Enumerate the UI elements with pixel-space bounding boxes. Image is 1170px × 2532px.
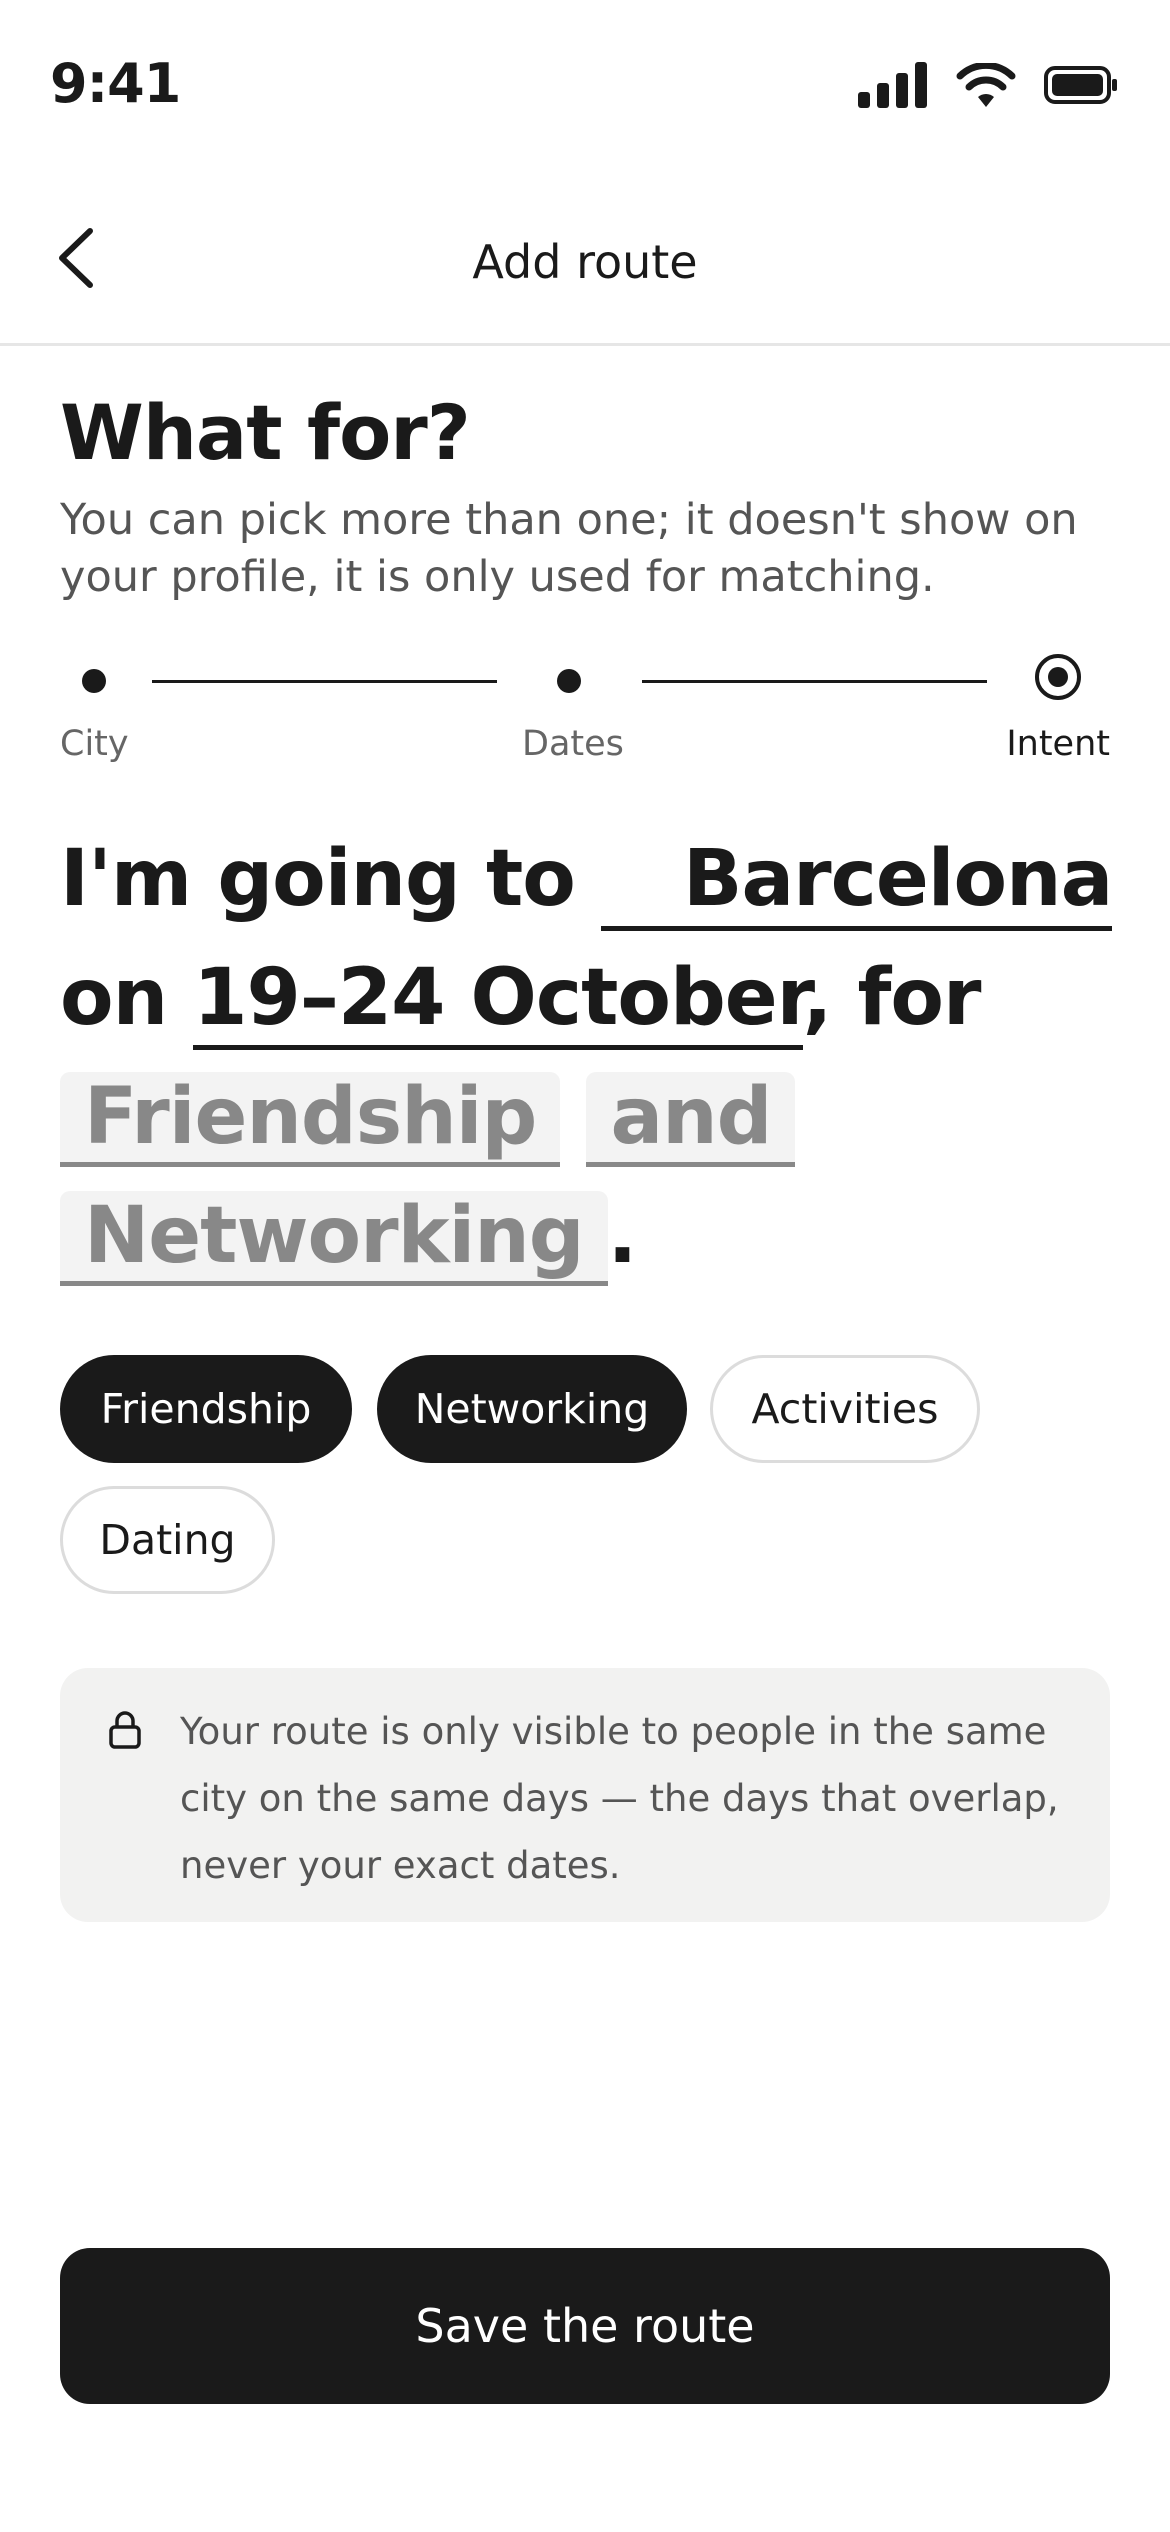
route-summary-sentence: I'm going to Barcelona on 19–24 October,… bbox=[60, 820, 1130, 1296]
status-bar: 9:41 bbox=[0, 0, 1170, 175]
lock-icon bbox=[109, 1711, 141, 1749]
section-subtitle: You can pick more than one; it doesn't s… bbox=[60, 495, 1078, 602]
chip-dating[interactable]: Dating bbox=[60, 1486, 275, 1594]
page-title: Add route bbox=[472, 235, 698, 289]
sentence-for: , for bbox=[802, 953, 982, 1043]
step-label-dates: Dates bbox=[522, 724, 624, 764]
dates-selector[interactable]: 19–24 October bbox=[193, 953, 804, 1050]
sentence-on: on bbox=[60, 953, 168, 1043]
save-route-button[interactable]: Save the route bbox=[60, 2248, 1110, 2404]
intent-placeholder-and: and bbox=[586, 1072, 796, 1167]
status-time: 9:41 bbox=[50, 52, 181, 115]
sentence-period: . bbox=[607, 1191, 638, 1281]
status-icons bbox=[858, 62, 1118, 108]
progress-stepper: City Dates Intent bbox=[60, 652, 1110, 772]
privacy-notice: Your route is only visible to people in … bbox=[60, 1668, 1110, 1922]
privacy-notice-text: Your route is only visible to people in … bbox=[180, 1710, 1059, 1887]
city-name: Barcelona bbox=[683, 834, 1113, 924]
spain-flag-icon bbox=[601, 855, 665, 897]
chip-activities[interactable]: Activities bbox=[710, 1355, 980, 1463]
step-dates-dot bbox=[557, 669, 581, 693]
city-selector[interactable]: Barcelona bbox=[601, 834, 1113, 931]
chip-networking[interactable]: Networking bbox=[377, 1355, 687, 1463]
section-heading: What for? bbox=[60, 388, 471, 477]
battery-icon bbox=[1044, 66, 1117, 104]
navigation-bar: Add route bbox=[0, 175, 1170, 346]
step-connector bbox=[642, 680, 987, 683]
intent-placeholder-networking[interactable]: Networking bbox=[60, 1191, 608, 1286]
step-label-intent: Intent bbox=[1006, 724, 1110, 764]
cellular-signal-icon bbox=[858, 62, 927, 108]
intent-placeholder-friendship[interactable]: Friendship bbox=[60, 1072, 561, 1167]
wifi-icon bbox=[956, 63, 1016, 107]
step-label-city: City bbox=[60, 724, 129, 764]
step-city-dot bbox=[82, 669, 106, 693]
step-intent-current-marker bbox=[1035, 654, 1081, 700]
sentence-prefix: I'm going to bbox=[60, 834, 576, 924]
step-connector bbox=[152, 680, 497, 683]
chip-friendship[interactable]: Friendship bbox=[60, 1355, 352, 1463]
